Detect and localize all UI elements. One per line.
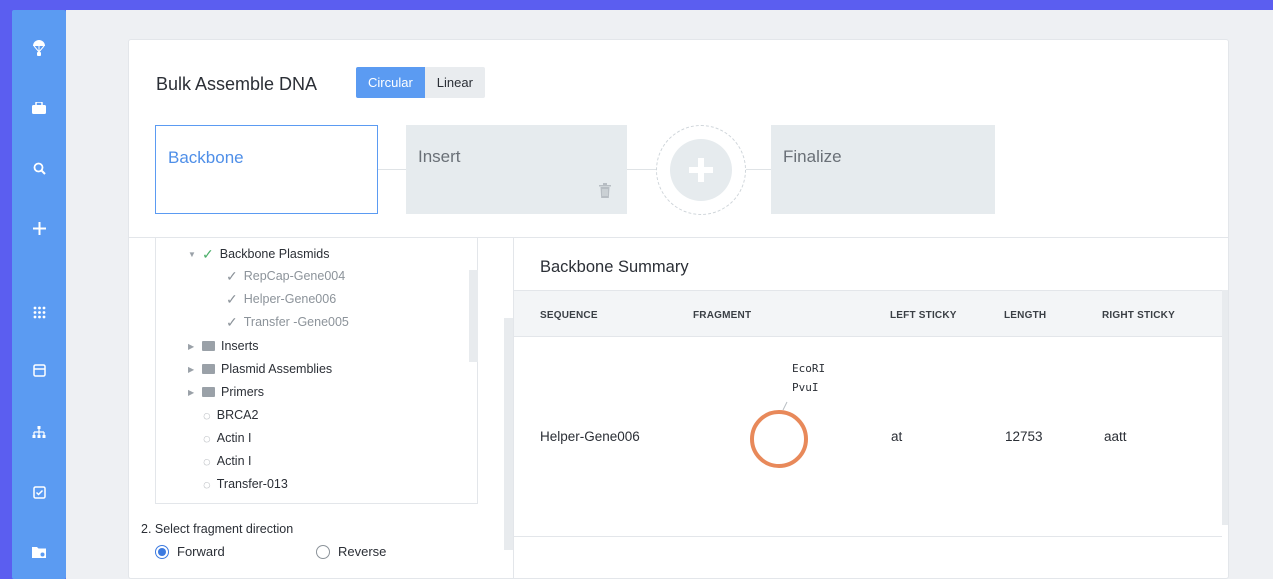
caret-right-icon[interactable]: ▶ [188,342,196,351]
table-scrollbar[interactable] [1222,290,1228,525]
check-icon: ✓ [226,267,238,284]
col-sequence[interactable]: SEQUENCE [540,310,598,321]
plus-icon[interactable] [12,216,66,240]
page-title: Bulk Assemble DNA [156,74,318,94]
folder-icon [202,387,215,397]
radio-selected-icon[interactable] [155,544,169,559]
radio-reverse[interactable]: Reverse [316,544,386,559]
sidebar [12,10,66,579]
step-connector [746,169,771,170]
tree-item-label: Transfer -Gene005 [243,315,349,329]
table-header: SEQUENCE FRAGMENT LEFT STICKY LENGTH RIG… [514,290,1222,337]
tree-item-transfer[interactable]: ✓ Transfer -Gene005 [226,312,349,332]
assemble-card: Bulk Assemble DNA Circular Linear Backbo… [128,39,1229,579]
step-backbone[interactable]: Backbone [155,125,378,214]
caret-right-icon[interactable]: ▶ [188,388,196,397]
tree-item-helper[interactable]: ✓ Helper-Gene006 [226,289,336,309]
tree-item-label: Backbone Plasmids [219,247,330,261]
linear-toggle[interactable]: Linear [424,67,485,98]
cell-sequence: Helper-Gene006 [540,429,640,444]
tree-item-label: Transfer-013 [216,477,288,491]
cell-right-sticky: aatt [1104,429,1127,444]
plus-icon [689,158,713,182]
radio-unselected-icon[interactable] [316,544,330,559]
enzyme-label: EcoRI [792,362,826,375]
col-length[interactable]: LENGTH [1004,310,1046,321]
circular-sequence-icon: ◌ [203,430,211,446]
tree-item-label: Inserts [221,339,259,353]
tree-item-label: Primers [221,385,265,399]
tree-item-label: RepCap-Gene004 [243,269,346,283]
hierarchy-icon[interactable] [12,420,66,444]
tree-item-label: Actin I [216,431,252,445]
cell-left-sticky: at [891,429,903,444]
folder-icon [202,341,215,351]
add-step-button[interactable] [670,139,732,201]
tree-item-plasmid-assemblies[interactable]: ▶ Plasmid Assemblies [188,359,332,379]
tree-item-label: BRCA2 [216,408,259,422]
summary-title: Backbone Summary [540,258,689,276]
step-connector [378,169,406,170]
plasmid-map-icon[interactable] [745,392,815,472]
row-separator [514,536,1222,537]
col-right-sticky[interactable]: RIGHT STICKY [1102,310,1175,321]
search-icon[interactable] [12,156,66,180]
tree-item-primers[interactable]: ▶ Primers [188,382,264,402]
folder-icon[interactable] [12,540,66,564]
tree-item-transfer-013[interactable]: ◌ Transfer-013 [203,474,288,494]
step-connector [627,169,656,170]
step-backbone-label: Backbone [168,148,244,167]
tree-item-label: Actin I [216,454,252,468]
circular-sequence-icon: ◌ [203,476,211,492]
tree-item-backbone-plasmids[interactable]: ▼ ✓ Backbone Plasmids [188,244,330,264]
radio-label: Reverse [338,544,387,559]
caret-down-icon[interactable]: ▼ [188,250,196,259]
circular-sequence-icon: ◌ [203,407,211,423]
caret-right-icon[interactable]: ▶ [188,365,196,374]
radio-forward[interactable]: Forward [155,544,225,559]
left-panel-scrollbar[interactable] [504,318,513,550]
step-insert[interactable]: Insert [406,125,627,214]
col-left-sticky[interactable]: LEFT STICKY [890,310,957,321]
tree-item-actin-1[interactable]: ◌ Actin I [203,428,251,448]
circular-sequence-icon: ◌ [203,453,211,469]
inbox-icon[interactable] [12,358,66,382]
parachute-icon[interactable] [12,36,66,60]
step-finalize-label: Finalize [783,147,842,166]
checklist-icon[interactable] [12,480,66,504]
tree-item-repcap[interactable]: ✓ RepCap-Gene004 [226,266,345,286]
briefcase-icon[interactable] [12,96,66,120]
folder-icon [202,364,215,374]
sequence-tree: ▼ ✓ Backbone Plasmids ✓ RepCap-Gene004 ✓… [155,238,478,504]
topology-toggle: Circular Linear [356,67,485,98]
col-fragment[interactable]: FRAGMENT [693,310,751,321]
tree-item-brca2[interactable]: ◌ BRCA2 [203,405,258,425]
check-icon: ✓ [226,290,238,307]
tree-item-inserts[interactable]: ▶ Inserts [188,336,259,356]
step-finalize[interactable]: Finalize [771,125,995,214]
direction-label: 2. Select fragment direction [141,522,294,536]
step-insert-label: Insert [418,147,461,166]
tree-item-label: Plasmid Assemblies [221,362,333,376]
trash-icon[interactable] [599,183,611,203]
tree-item-label: Helper-Gene006 [243,292,337,306]
circular-toggle[interactable]: Circular [356,67,425,98]
cell-length: 12753 [1005,429,1043,444]
check-icon: ✓ [202,245,214,262]
radio-label: Forward [177,544,225,559]
tree-scrollbar[interactable] [469,270,478,362]
grid-icon[interactable] [12,300,66,324]
check-icon: ✓ [226,313,238,330]
tree-item-actin-2[interactable]: ◌ Actin I [203,451,251,471]
